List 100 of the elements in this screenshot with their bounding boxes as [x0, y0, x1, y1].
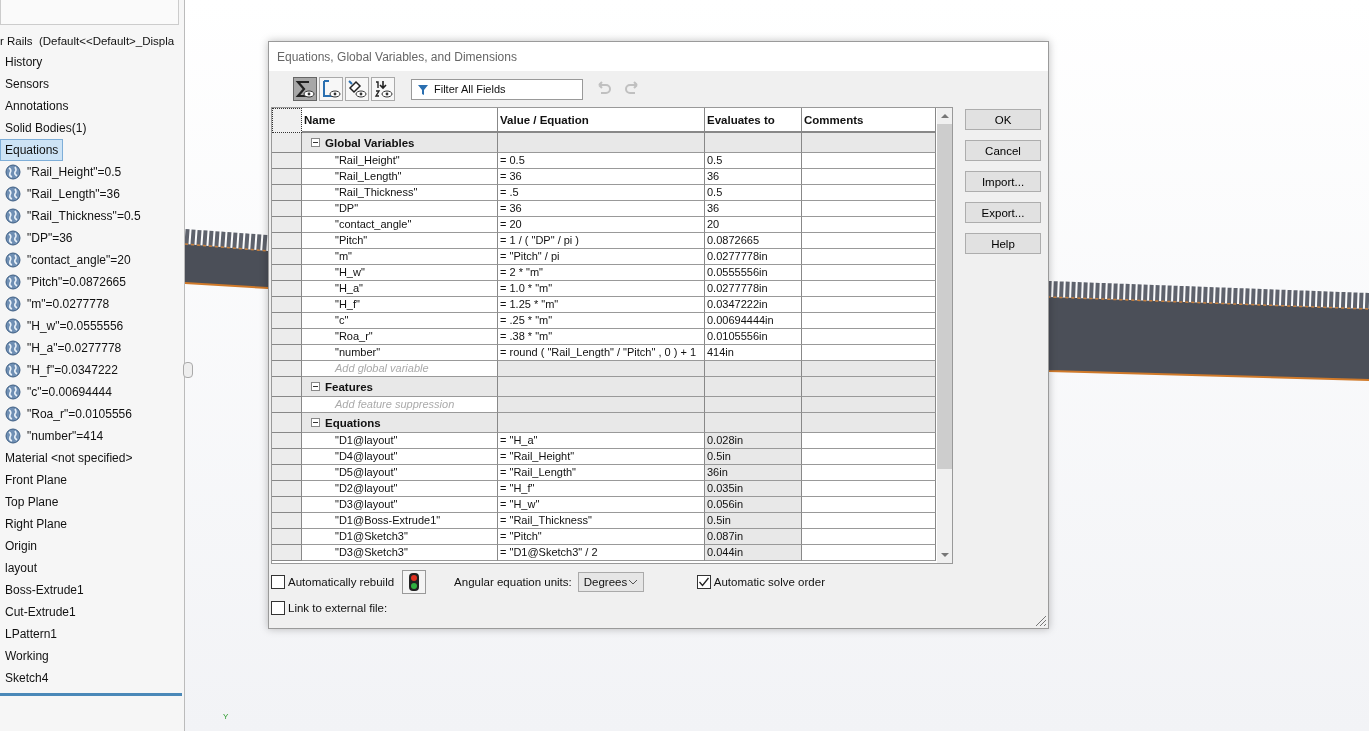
table-cell[interactable]: = "Rail_Length"	[498, 465, 705, 481]
row-header-cell[interactable]	[272, 297, 302, 313]
tree-item[interactable]: "H_w"=0.0555556	[0, 315, 124, 337]
table-cell[interactable]: "D2@layout"	[302, 481, 498, 497]
table-cell[interactable]: = "H_w"	[498, 497, 705, 513]
table-cell[interactable]	[802, 329, 936, 345]
table-cell[interactable]	[802, 513, 936, 529]
row-header-cell[interactable]	[272, 329, 302, 345]
collapse-icon[interactable]	[311, 138, 320, 147]
table-cell[interactable]: "H_w"	[302, 265, 498, 281]
tree-item[interactable]: Top Plane	[0, 491, 59, 513]
dialog-button[interactable]: Help	[965, 233, 1041, 254]
table-cell[interactable]: = "H_f"	[498, 481, 705, 497]
column-header[interactable]: Value / Equation	[498, 108, 705, 133]
tree-item[interactable]: "Rail_Length"=36	[0, 183, 120, 205]
row-header-cell[interactable]	[272, 281, 302, 297]
row-header-cell[interactable]	[272, 265, 302, 281]
table-cell[interactable]: "D1@layout"	[302, 433, 498, 449]
table-cell[interactable]: = .38 * "m"	[498, 329, 705, 345]
search-field[interactable]	[0, 0, 179, 25]
table-cell[interactable]	[802, 169, 936, 185]
row-header-cell[interactable]	[272, 153, 302, 169]
row-header-cell[interactable]	[272, 313, 302, 329]
table-cell[interactable]	[802, 465, 936, 481]
tree-item[interactable]: "Roa_r"=0.0105556	[0, 403, 132, 425]
tree-item[interactable]: r Rails (Default<<Default>_Displa	[0, 31, 184, 51]
table-cell[interactable]	[802, 529, 936, 545]
scrollbar[interactable]	[937, 108, 952, 563]
table-cell[interactable]: = "Pitch"	[498, 529, 705, 545]
table-cell[interactable]: = "D1@Sketch3" / 2	[498, 545, 705, 561]
table-cell[interactable]: = 36	[498, 169, 705, 185]
table-cell[interactable]: "Roa_r"	[302, 329, 498, 345]
table-cell[interactable]: "contact_angle"	[302, 217, 498, 233]
dialog-button[interactable]: Cancel	[965, 140, 1041, 161]
table-cell[interactable]: = 36	[498, 201, 705, 217]
tree-item[interactable]: "c"=0.00694444	[0, 381, 112, 403]
table-cell[interactable]: = "Pitch" / pi	[498, 249, 705, 265]
rebuild-button[interactable]	[402, 570, 427, 594]
tree-item[interactable]: Working	[0, 645, 49, 667]
table-cell[interactable]: = .5	[498, 185, 705, 201]
row-header-cell[interactable]	[272, 201, 302, 217]
tree-item[interactable]: "number"=414	[0, 425, 104, 447]
table-cell[interactable]	[802, 345, 936, 361]
table-cell[interactable]: = "H_a"	[498, 433, 705, 449]
view-toggle-button[interactable]	[319, 77, 343, 101]
column-header[interactable]: Comments	[802, 108, 936, 133]
table-cell[interactable]: "Pitch"	[302, 233, 498, 249]
table-cell[interactable]	[802, 249, 936, 265]
table-cell[interactable]	[802, 217, 936, 233]
table-cell[interactable]: "number"	[302, 345, 498, 361]
tree-item[interactable]: Sensors	[0, 73, 50, 95]
row-header-cell[interactable]	[272, 377, 302, 397]
table-cell[interactable]	[802, 153, 936, 169]
table-cell[interactable]: = round ( "Rail_Length" / "Pitch" , 0 ) + 1	[498, 345, 705, 361]
row-header-cell[interactable]	[272, 108, 302, 133]
row-header-cell[interactable]	[272, 361, 302, 377]
table-cell[interactable]: = .25 * "m"	[498, 313, 705, 329]
table-cell[interactable]	[802, 481, 936, 497]
row-header-cell[interactable]	[272, 233, 302, 249]
table-cell[interactable]	[802, 233, 936, 249]
table-cell[interactable]	[802, 433, 936, 449]
collapse-icon[interactable]	[311, 382, 320, 391]
tree-item[interactable]: layout	[0, 557, 38, 579]
dialog-button[interactable]: Export...	[965, 202, 1041, 223]
table-cell[interactable]: "D1@Boss-Extrude1"	[302, 513, 498, 529]
row-header-cell[interactable]	[272, 449, 302, 465]
table-cell[interactable]: "m"	[302, 249, 498, 265]
tree-item[interactable]: Right Plane	[0, 513, 68, 535]
tree-item[interactable]: Solid Bodies(1)	[0, 117, 87, 139]
table-cell[interactable]: "H_f"	[302, 297, 498, 313]
section-header[interactable]: Global Variables	[302, 133, 498, 153]
section-header[interactable]: Equations	[302, 413, 498, 433]
table-cell[interactable]: "c"	[302, 313, 498, 329]
row-header-cell[interactable]	[272, 169, 302, 185]
checkbox[interactable]: Link to external file:	[271, 601, 388, 615]
row-header-cell[interactable]	[272, 433, 302, 449]
collapse-icon[interactable]	[311, 418, 320, 427]
table-cell[interactable]: "H_a"	[302, 281, 498, 297]
table-cell[interactable]: "Rail_Height"	[302, 153, 498, 169]
tree-item[interactable]: "H_a"=0.0277778	[0, 337, 122, 359]
dialog-button[interactable]: OK	[965, 109, 1041, 130]
tree-item[interactable]: Material <not specified>	[0, 447, 133, 469]
row-header-cell[interactable]	[272, 217, 302, 233]
tree-item[interactable]: Boss-Extrude1	[0, 579, 84, 601]
tree-item[interactable]: History	[0, 51, 43, 73]
view-toggle-button[interactable]	[293, 77, 317, 101]
table-cell[interactable]: "Rail_Length"	[302, 169, 498, 185]
tree-item[interactable]: "m"=0.0277778	[0, 293, 110, 315]
table-cell[interactable]	[802, 449, 936, 465]
row-header-cell[interactable]	[272, 545, 302, 561]
tree-item[interactable]: LPattern1	[0, 623, 58, 645]
units-dropdown[interactable]: Degrees	[577, 572, 644, 592]
row-header-cell[interactable]	[272, 133, 302, 153]
row-header-cell[interactable]	[272, 413, 302, 433]
tree-item[interactable]: "Rail_Thickness"=0.5	[0, 205, 141, 227]
table-cell[interactable]: "D5@layout"	[302, 465, 498, 481]
table-cell[interactable]: = 1.0 * "m"	[498, 281, 705, 297]
tree-item[interactable]: Sketch4	[0, 667, 49, 689]
table-cell[interactable]: = "Rail_Height"	[498, 449, 705, 465]
tree-item[interactable]: "DP"=36	[0, 227, 73, 249]
